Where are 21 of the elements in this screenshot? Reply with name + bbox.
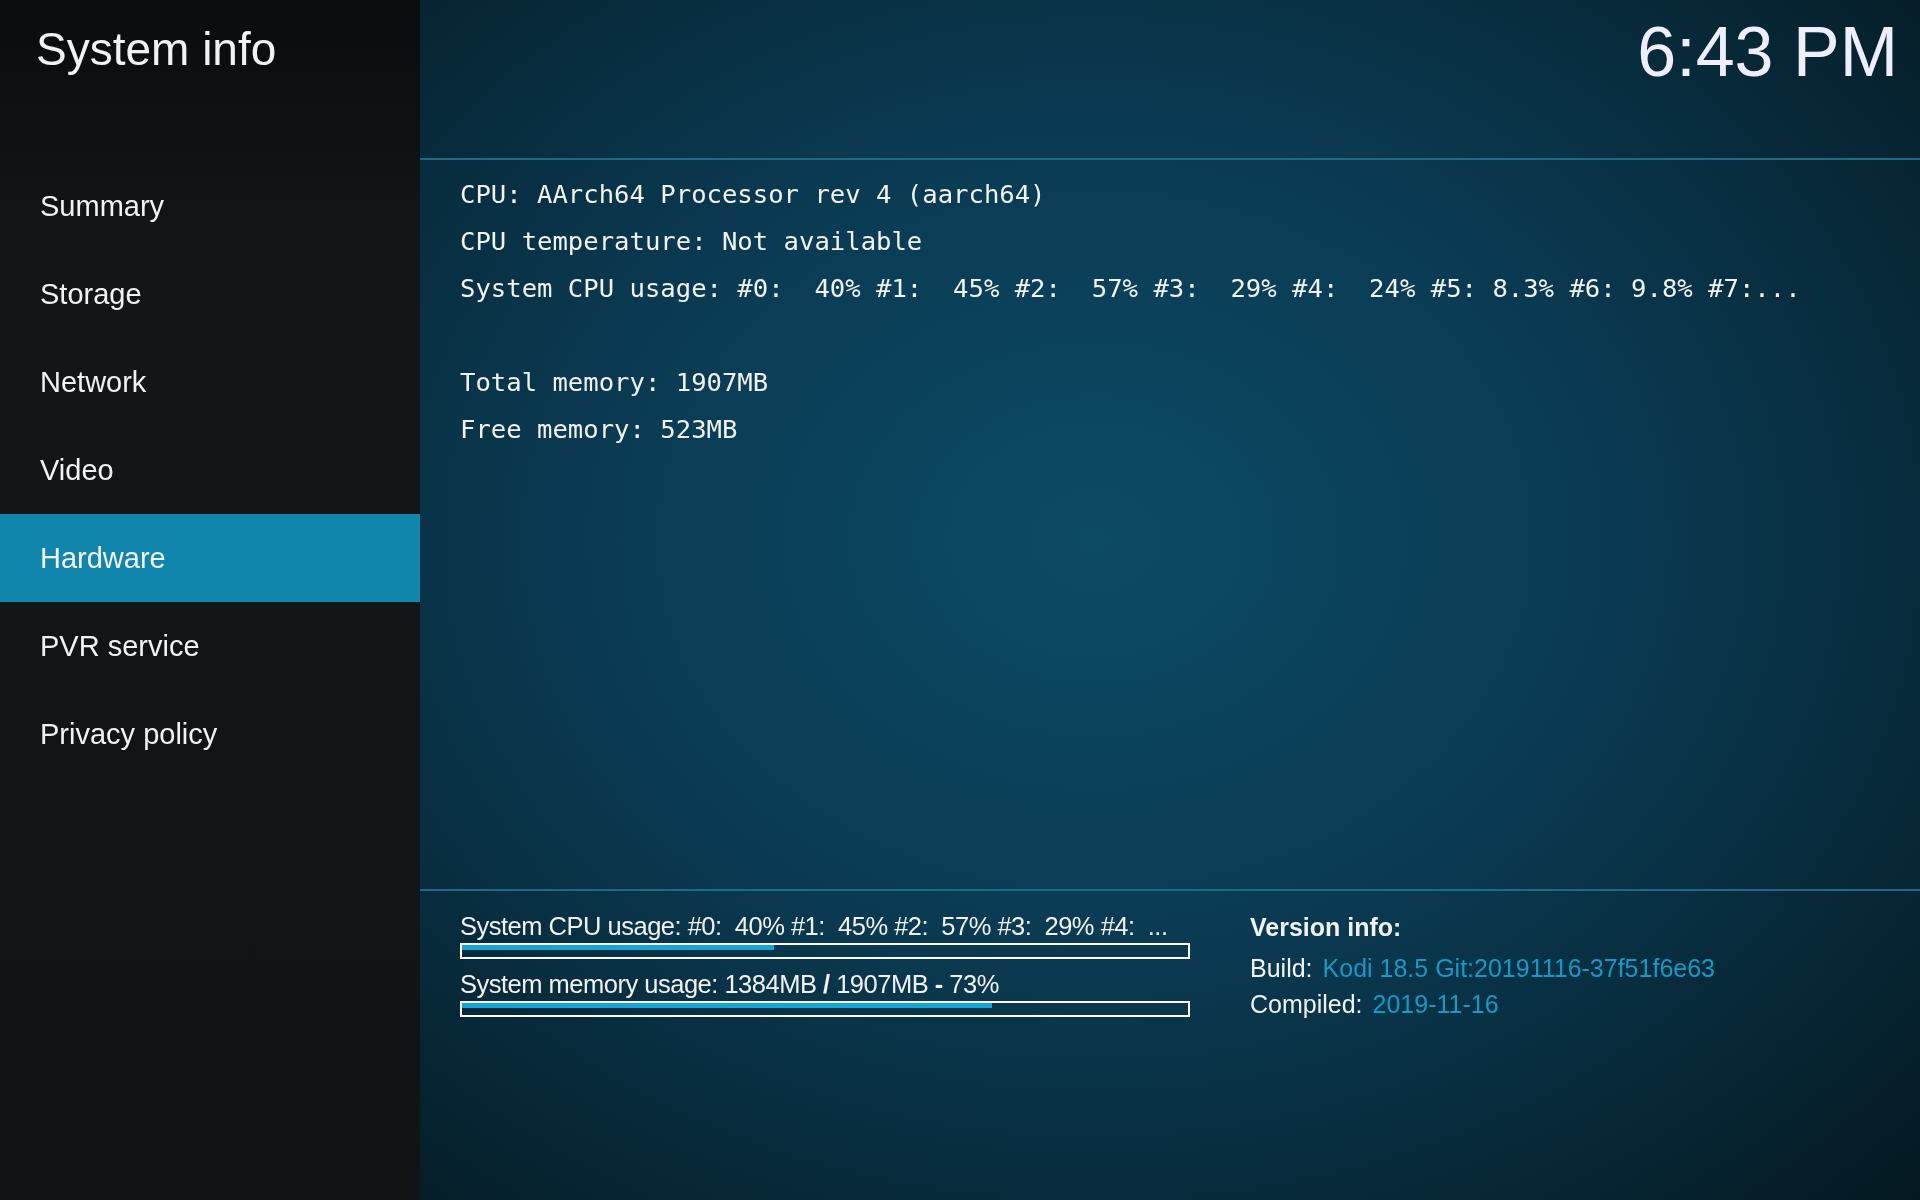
- window-title: System info: [35, 22, 278, 77]
- info-line: CPU: AArch64 Processor rev 4 (aarch64): [460, 178, 1047, 211]
- sidebar-item[interactable]: PVR service: [0, 602, 420, 690]
- version-value: Kodi 18.5 Git:20191116-37f51f6e63: [1322, 954, 1715, 984]
- sidebar-item[interactable]: Privacy policy: [0, 690, 420, 778]
- version-label: Build:: [1250, 954, 1313, 984]
- info-line: Free memory: 523MB: [460, 413, 739, 446]
- sidebar-item[interactable]: Network: [0, 338, 420, 426]
- version-heading: Version info:: [1250, 913, 1403, 942]
- sidebar-item[interactable]: Storage: [0, 250, 420, 338]
- info-line: Total memory: 1907MB: [460, 366, 770, 399]
- sidebar-item[interactable]: Summary: [0, 162, 420, 250]
- meter-label: System CPU usage: #0: 40% #1: 45% #2: 57% #3: 29% #4: ...: [460, 911, 1169, 942]
- info-line: CPU temperature: Not available: [460, 225, 924, 258]
- sidebar-item[interactable]: Hardware: [0, 514, 420, 602]
- version-value: 2019-11-16: [1372, 990, 1499, 1020]
- clock: 6:43 PM: [1637, 12, 1899, 93]
- info-line: System CPU usage: #0: 40% #1: 45% #2: 57% #3: 29% #4: 24% #5: 8.3% #6: 9.8% #7:...: [460, 272, 1802, 305]
- sidebar-item[interactable]: Video: [0, 426, 420, 514]
- meter-label: System memory usage: 1384MB / 1907MB - 73%: [460, 969, 1000, 1000]
- version-label: Compiled:: [1250, 990, 1363, 1020]
